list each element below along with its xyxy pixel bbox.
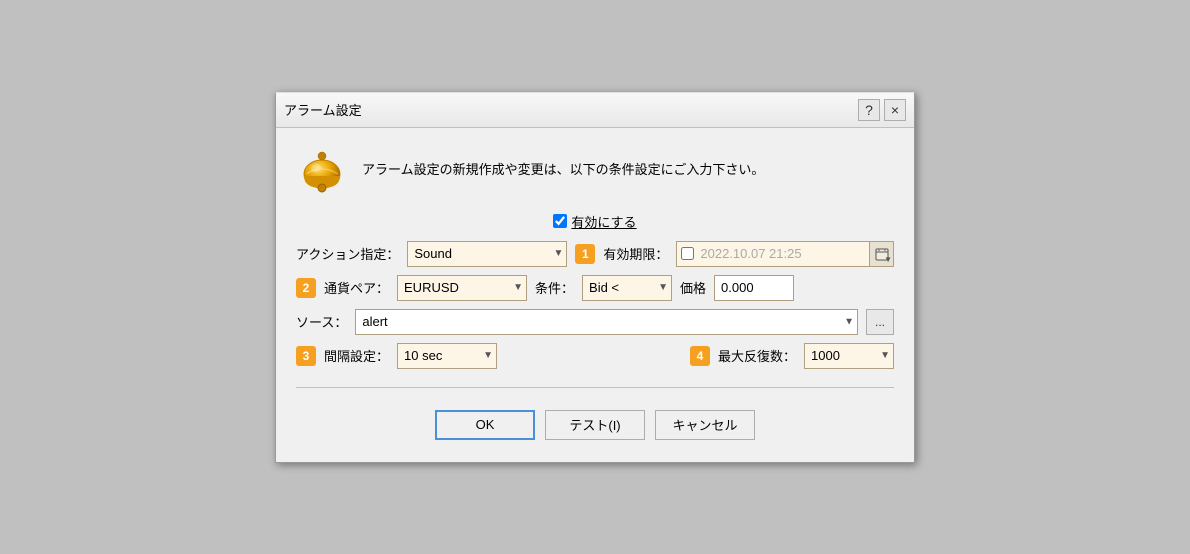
- condition-select-wrapper: Bid < Bid > Ask < Ask > ▼: [582, 275, 672, 301]
- badge-3: 3: [296, 346, 316, 366]
- button-row: OK テスト(I) キャンセル: [296, 402, 894, 450]
- form-grid: アクション指定： Sound Email Script ▼ 1 有効期限： 20…: [296, 241, 894, 369]
- alarm-settings-dialog: アラーム設定 ? ×: [275, 92, 915, 463]
- pair-select-wrapper: EURUSD USDJPY GBPUSD ▼: [397, 275, 527, 301]
- action-expiry-row: アクション指定： Sound Email Script ▼ 1 有効期限： 20…: [296, 241, 894, 267]
- max-repeat-select[interactable]: 1000 500 100 Unlimited: [804, 343, 894, 369]
- header-text: アラーム設定の新規作成や変更は、以下の条件設定にご入力下さい。: [362, 160, 764, 180]
- interval-select[interactable]: 10 sec 30 sec 1 min 5 min: [397, 343, 497, 369]
- price-label: 価格: [680, 278, 706, 297]
- close-button[interactable]: ×: [884, 99, 906, 121]
- badge-2: 2: [296, 278, 316, 298]
- interval-select-wrapper: 10 sec 30 sec 1 min 5 min ▼: [397, 343, 497, 369]
- max-repeat-label: 最大反復数：: [718, 346, 796, 365]
- source-select-wrapper: alert ▼: [355, 309, 858, 335]
- action-select-wrapper: Sound Email Script ▼: [407, 241, 567, 267]
- pair-label: 通貨ペア：: [324, 278, 389, 297]
- interval-maxrepeat-row: 3 間隔設定： 10 sec 30 sec 1 min 5 min ▼ 4 最大…: [296, 343, 894, 369]
- pair-select[interactable]: EURUSD USDJPY GBPUSD: [397, 275, 527, 301]
- dialog-title: アラーム設定: [284, 100, 362, 119]
- expiry-checkbox[interactable]: [681, 247, 694, 260]
- badge-4: 4: [690, 346, 710, 366]
- enable-checkbox[interactable]: [553, 214, 567, 228]
- title-bar-buttons: ? ×: [858, 99, 906, 121]
- cancel-button[interactable]: キャンセル: [655, 410, 755, 440]
- bell-icon: [296, 144, 348, 196]
- interval-label: 間隔設定：: [324, 346, 389, 365]
- ok-button[interactable]: OK: [435, 410, 535, 440]
- title-bar: アラーム設定 ? ×: [276, 93, 914, 128]
- divider: [296, 387, 894, 388]
- price-input[interactable]: 0.000: [714, 275, 794, 301]
- calendar-button[interactable]: [869, 242, 893, 266]
- source-row: ソース： alert ▼ ...: [296, 309, 894, 335]
- header-row: アラーム設定の新規作成や変更は、以下の条件設定にご入力下さい。: [296, 144, 894, 196]
- browse-button[interactable]: ...: [866, 309, 894, 335]
- enable-checkbox-label[interactable]: 有効にする: [571, 212, 636, 231]
- condition-label: 条件：: [535, 278, 574, 297]
- badge-1: 1: [575, 244, 595, 264]
- pair-condition-row: 2 通貨ペア： EURUSD USDJPY GBPUSD ▼ 条件： Bid <…: [296, 275, 894, 301]
- action-select[interactable]: Sound Email Script: [407, 241, 567, 267]
- dialog-body: アラーム設定の新規作成や変更は、以下の条件設定にご入力下さい。 有効にする アク…: [276, 128, 914, 462]
- enable-checkbox-row: 有効にする: [296, 212, 894, 231]
- expiry-text: 2022.10.07 21:25: [698, 246, 869, 261]
- source-label: ソース：: [296, 312, 347, 331]
- condition-select[interactable]: Bid < Bid > Ask < Ask >: [582, 275, 672, 301]
- expiry-field: 2022.10.07 21:25: [676, 241, 894, 267]
- help-button[interactable]: ?: [858, 99, 880, 121]
- source-select[interactable]: alert: [355, 309, 858, 335]
- action-label: アクション指定：: [296, 244, 399, 263]
- max-repeat-select-wrapper: 1000 500 100 Unlimited ▼: [804, 343, 894, 369]
- expiry-label: 有効期限：: [603, 244, 668, 263]
- test-button[interactable]: テスト(I): [545, 410, 645, 440]
